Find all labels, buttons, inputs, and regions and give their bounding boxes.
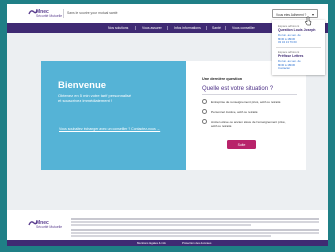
suite-button-label: Suite — [237, 142, 246, 147]
footer-legal-text — [71, 221, 319, 223]
option-label: Entreprise de renseignement privé, actif… — [211, 100, 281, 104]
quote-card: Bienvenue Obtenez en 5 min votre tarif p… — [41, 61, 306, 170]
welcome-subtitle-line2: et souscrivez immédiatement ! — [58, 98, 113, 103]
footer-links-bar: Mentions légales & info Protection des d… — [7, 240, 328, 246]
suite-button[interactable]: Suite — [227, 140, 256, 149]
pointer-cursor-icon — [304, 16, 312, 26]
situation-option-ancien-eleve[interactable]: Ancien élève ou ancien élève de l'enseig… — [202, 119, 298, 129]
footer-logo-line2: Sécurité Mutuelle — [36, 225, 63, 229]
footer-legal-text — [71, 218, 319, 220]
chevron-down-icon: ▾ — [311, 11, 314, 17]
nav-separator — [206, 26, 207, 30]
dropdown-contact-link[interactable]: Contacter — [278, 66, 290, 70]
question-title: Quelle est votre situation ? — [202, 86, 274, 92]
radio-button[interactable] — [202, 99, 207, 104]
footer-link-donnees[interactable]: Protection des données — [182, 241, 211, 245]
site-logo[interactable]: Mnec Sécurité Mutuelle — [28, 8, 63, 20]
nav-item-conseiller[interactable]: Vous conseiller — [232, 26, 255, 30]
contact-advisor-link[interactable]: Vous souhaitez échanger avec un conseill… — [59, 127, 160, 131]
nav-item-assurer[interactable]: Vous assurer — [142, 26, 162, 30]
account-dropdown-menu: Espace adhérent Question Louis Joseph Du… — [272, 20, 325, 75]
situation-option-justice[interactable]: Personnel Justice, actif ou retraité — [202, 109, 298, 119]
situation-option-prive[interactable]: Entreprise de renseignement privé, actif… — [202, 99, 298, 109]
header-divider — [63, 9, 64, 18]
browser-viewport: Mnec Sécurité Mutuelle Sans le sourire y… — [7, 4, 328, 246]
footer-legal-text — [71, 232, 319, 234]
option-label: Personnel Justice, actif ou retraité — [211, 110, 258, 114]
radio-button[interactable] — [202, 109, 207, 114]
question-divider — [202, 94, 297, 95]
footer-logo[interactable]: Mnec Sécurité Mutuelle — [28, 219, 63, 231]
welcome-panel: Bienvenue Obtenez en 5 min votre tarif p… — [41, 61, 186, 170]
option-label-continued: actif ou retraité — [211, 124, 232, 128]
nav-separator — [135, 26, 136, 30]
nav-item-solutions[interactable]: Nos solutions — [108, 26, 128, 30]
nav-separator — [225, 26, 226, 30]
header-tagline: Sans le sourire your mutual santé — [67, 11, 118, 15]
dropdown-phone[interactable]: 03 34 13 76 60 — [278, 40, 297, 44]
account-button-label: Vous etes Adherent ? — [276, 12, 307, 17]
question-header: Une dernière question — [202, 77, 243, 81]
dropdown-divider — [276, 47, 321, 48]
footer-legal-text — [71, 224, 251, 226]
footer-legal-text — [71, 235, 271, 237]
logo-line2: Sécurité Mutuelle — [36, 14, 63, 18]
nav-item-sante[interactable]: Santé — [212, 26, 221, 30]
nav-item-informations[interactable]: Infos informations — [174, 26, 201, 30]
footer-legal-text — [71, 229, 319, 231]
footer-link-mentions[interactable]: Mentions légales & info — [137, 241, 166, 245]
welcome-title: Bienvenue — [58, 80, 107, 91]
dropdown-contact-title[interactable]: Question Louis Joseph — [278, 28, 316, 32]
radio-button[interactable] — [202, 119, 207, 124]
dropdown-contact-title[interactable]: Préfisse Lettres — [278, 54, 303, 58]
nav-separator — [167, 26, 168, 30]
